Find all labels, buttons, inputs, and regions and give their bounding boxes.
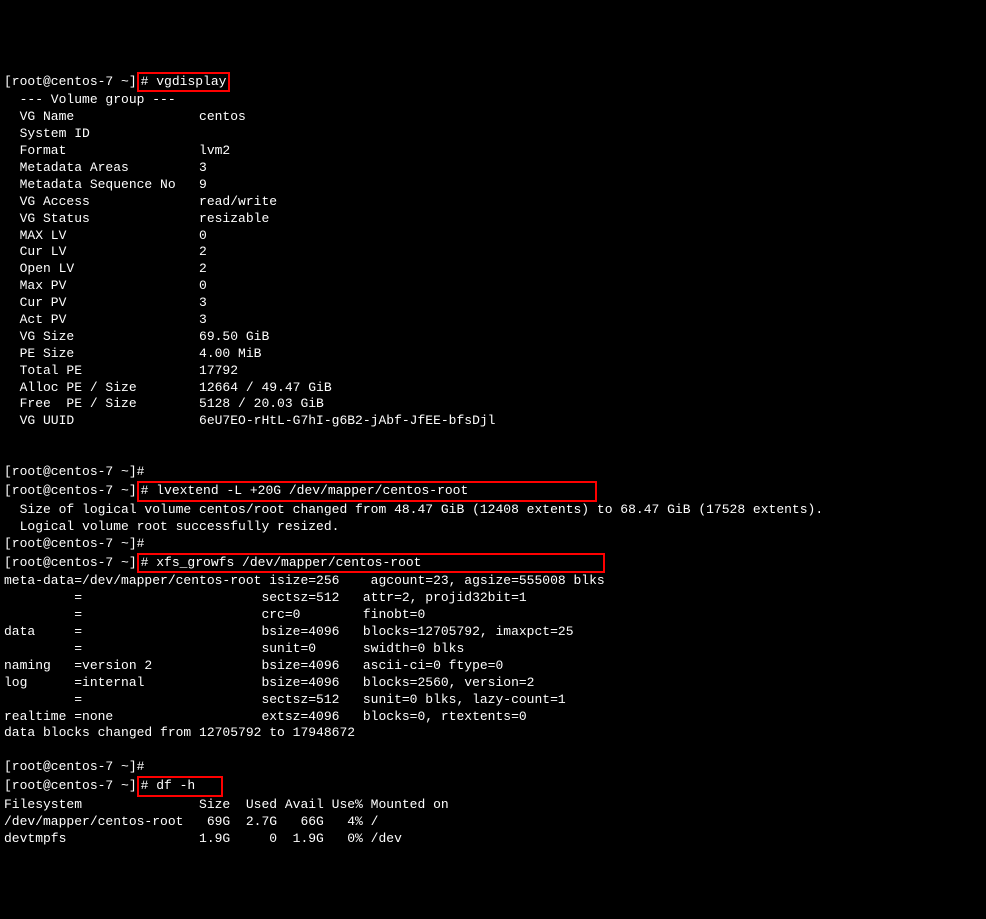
prompt[interactable]: [root@centos-7 ~]# (4, 464, 152, 479)
prompt: [root@centos-7 ~] (4, 555, 137, 570)
command-vgdisplay[interactable]: vgdisplay (156, 74, 226, 89)
vg-row: Free PE / Size 5128 / 20.03 GiB (4, 396, 982, 413)
vg-row: Cur LV 2 (4, 244, 982, 261)
vg-row: Alloc PE / Size 12664 / 49.47 GiB (4, 380, 982, 397)
command-lvextend[interactable]: # lvextend -L +20G /dev/mapper/centos-ro… (141, 483, 469, 498)
prompt[interactable]: [root@centos-7 ~]# (4, 759, 152, 774)
vg-row: MAX LV 0 (4, 228, 982, 245)
output-line: data blocks changed from 12705792 to 179… (4, 725, 982, 742)
prompt[interactable]: [root@centos-7 ~]# (4, 536, 152, 551)
vg-row: Max PV 0 (4, 278, 982, 295)
vg-row: VG UUID 6eU7EO-rHtL-G7hI-g6B2-jAbf-JfEE-… (4, 413, 982, 430)
command-highlight-lvextend: # lvextend -L +20G /dev/mapper/centos-ro… (137, 481, 597, 502)
command-highlight-vgdisplay: # vgdisplay (137, 72, 231, 93)
vg-header: --- Volume group --- (4, 92, 176, 107)
output-line: devtmpfs 1.9G 0 1.9G 0% /dev (4, 831, 982, 848)
vg-row: VG Name centos (4, 109, 982, 126)
vg-row: Act PV 3 (4, 312, 982, 329)
output-line: = sectsz=512 sunit=0 blks, lazy-count=1 (4, 692, 982, 709)
command-highlight-df: # df -h (137, 776, 223, 797)
output-line: Size of logical volume centos/root chang… (4, 502, 823, 517)
vg-row: Metadata Sequence No 9 (4, 177, 982, 194)
df-output: Filesystem Size Used Avail Use% Mounted … (4, 797, 982, 848)
output-line: meta-data=/dev/mapper/centos-root isize=… (4, 573, 982, 590)
command-xfsgrowfs[interactable]: # xfs_growfs /dev/mapper/centos-root (141, 555, 422, 570)
vg-row: Cur PV 3 (4, 295, 982, 312)
output-line: Logical volume root successfully resized… (4, 519, 339, 534)
vg-row: System ID (4, 126, 982, 143)
vg-rows: VG Name centos System ID Format lvm2 Met… (4, 109, 982, 430)
output-line: data = bsize=4096 blocks=12705792, imaxp… (4, 624, 982, 641)
vg-row: Format lvm2 (4, 143, 982, 160)
output-line: log =internal bsize=4096 blocks=2560, ve… (4, 675, 982, 692)
vg-row: VG Status resizable (4, 211, 982, 228)
vg-row: Total PE 17792 (4, 363, 982, 380)
command-highlight-xfsgrowfs: # xfs_growfs /dev/mapper/centos-root (137, 553, 605, 574)
vg-row: VG Access read/write (4, 194, 982, 211)
output-line: realtime =none extsz=4096 blocks=0, rtex… (4, 709, 982, 726)
vg-row: Open LV 2 (4, 261, 982, 278)
prompt: [root@centos-7 ~] (4, 74, 137, 89)
output-line: Filesystem Size Used Avail Use% Mounted … (4, 797, 982, 814)
xfs-output: meta-data=/dev/mapper/centos-root isize=… (4, 573, 982, 742)
vg-row: PE Size 4.00 MiB (4, 346, 982, 363)
command-df[interactable]: # df -h (141, 778, 196, 793)
vg-row: VG Size 69.50 GiB (4, 329, 982, 346)
output-line: = crc=0 finobt=0 (4, 607, 982, 624)
output-line: = sectsz=512 attr=2, projid32bit=1 (4, 590, 982, 607)
output-line: = sunit=0 swidth=0 blks (4, 641, 982, 658)
prompt: [root@centos-7 ~] (4, 778, 137, 793)
output-line: naming =version 2 bsize=4096 ascii-ci=0 … (4, 658, 982, 675)
vg-row: Metadata Areas 3 (4, 160, 982, 177)
prompt: [root@centos-7 ~] (4, 483, 137, 498)
output-line: /dev/mapper/centos-root 69G 2.7G 66G 4% … (4, 814, 982, 831)
